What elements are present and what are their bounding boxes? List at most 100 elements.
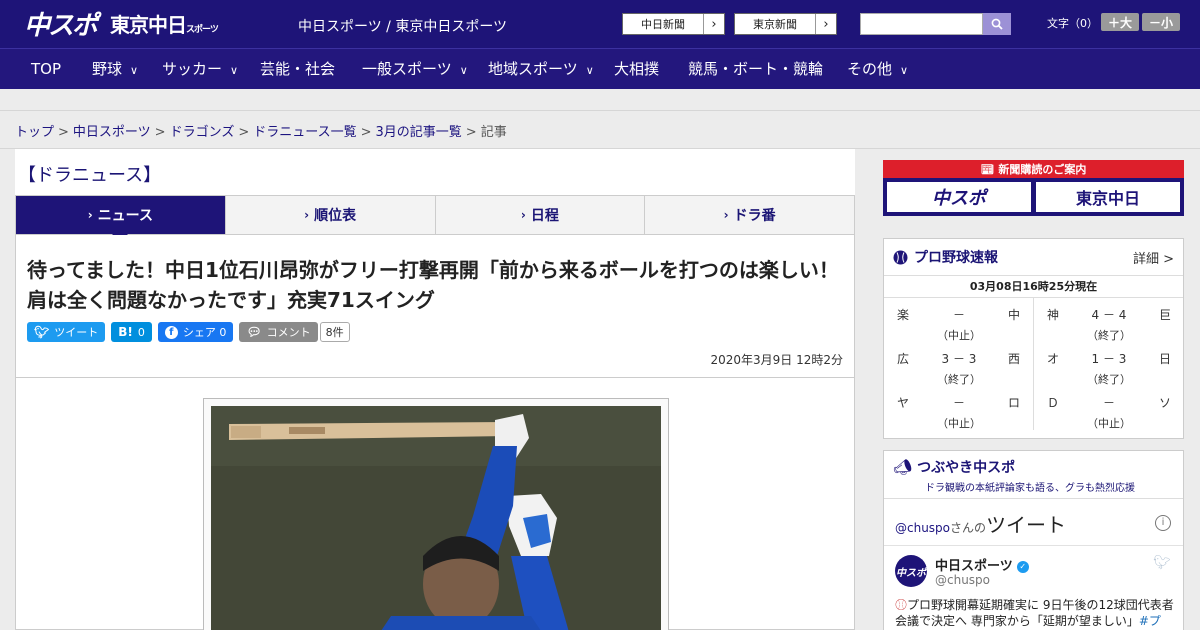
twitter-bird-icon[interactable]: 🐦︎: [1153, 555, 1171, 571]
game-score[interactable]: 楽 － 中 （中止）: [884, 298, 1034, 342]
tweets-word: ツイート: [986, 513, 1067, 537]
twitter-widget: 📣︎ つぶやき中スポ ドラ観戦の本紙評論家も語る、グラも熱烈応援 @chuspo…: [883, 450, 1184, 630]
nav-spacer: [0, 89, 1200, 111]
chunichi-shimbun-link[interactable]: 中日新聞 ›: [622, 13, 725, 35]
scores-detail-link[interactable]: 詳細 >: [1133, 248, 1174, 267]
away-team: ロ: [1007, 396, 1020, 410]
chevron-down-icon: ∨: [230, 64, 239, 77]
nav-item-top[interactable]: TOP: [31, 49, 61, 89]
divider: [16, 377, 854, 378]
game-status: （中止）: [937, 417, 981, 430]
comment-button[interactable]: 💬︎ コメント: [239, 322, 318, 342]
tab-news[interactable]: › ニュース: [16, 196, 226, 242]
comment-count[interactable]: 8件: [319, 322, 350, 342]
nav-item-sumo[interactable]: 大相撲: [614, 49, 659, 89]
subscription-title[interactable]: 📰︎ 新聞購読のご案内: [883, 161, 1184, 177]
font-larger-button[interactable]: ＋大: [1101, 13, 1139, 31]
article-photo[interactable]: [211, 406, 661, 630]
account-handle[interactable]: @chuspo: [935, 573, 990, 587]
subscribe-chuspo-button[interactable]: 中スポ: [887, 182, 1031, 212]
tweet-body: プロ野球開幕延期確実に 9日午後の12球団代表者会議で決定へ 専門家から「延期が…: [895, 598, 1174, 628]
twitter-icon: 🐦︎: [34, 325, 50, 339]
away-team: 日: [1158, 352, 1171, 366]
game-score[interactable]: ヤ － ロ （中止）: [884, 386, 1034, 430]
tab-standings[interactable]: › 順位表: [226, 196, 436, 234]
batting-practice-photo: [211, 406, 661, 630]
search-input[interactable]: [860, 13, 983, 35]
twitter-widget-title: つぶやき中スポ: [917, 460, 1016, 476]
baseball-emoji-icon: ⚾︎: [895, 598, 908, 612]
tweets-embed-header: @chuspoさんのツイート: [895, 509, 1175, 538]
tokyo-shimbun-link[interactable]: 東京新聞 ›: [734, 13, 837, 35]
account-name[interactable]: 中日スポーツ ✓: [935, 555, 1029, 574]
search-icon: [991, 18, 1003, 30]
site-logo[interactable]: 中スポ 東京中日スポーツ: [24, 8, 219, 41]
scores-title: プロ野球速報: [914, 250, 998, 266]
breadcrumb-link-march[interactable]: 3月の記事一覧: [376, 125, 462, 140]
breadcrumb-separator: >: [58, 125, 69, 140]
tweets-san-text: さんの: [950, 521, 987, 535]
section-tabs: › ニュース › 順位表 › 日程 › ドラ番: [15, 195, 855, 242]
chevron-right-icon: ›: [304, 208, 310, 222]
scores-header: プロ野球速報 詳細 >: [884, 239, 1183, 276]
avatar[interactable]: 中スポ: [895, 555, 927, 587]
tab-label: 日程: [530, 208, 559, 224]
breadcrumb-link-dora-news[interactable]: ドラニュース一覧: [253, 125, 356, 140]
chevron-down-icon: ∨: [130, 64, 139, 77]
account-name-text: 中日スポーツ: [935, 559, 1013, 574]
tab-label: ドラ番: [733, 208, 776, 224]
nav-item-label: 大相撲: [614, 60, 660, 78]
nav-item-label: サッカー: [162, 60, 223, 78]
baseball-icon: [893, 250, 908, 264]
main-nav: TOP 野球 ∨ サッカー ∨ 芸能・社会 一般スポーツ ∨ 地域スポーツ ∨ 大相撲 …: [0, 48, 1200, 89]
breadcrumb-separator: >: [465, 125, 477, 140]
chevron-right-icon: ›: [520, 208, 526, 222]
verified-badge-icon: ✓: [1016, 561, 1029, 573]
nav-item-entertainment[interactable]: 芸能・社会: [260, 49, 335, 89]
away-team: 西: [1007, 352, 1020, 366]
site-title-link[interactable]: 中日スポーツ / 東京中日スポーツ: [298, 16, 507, 36]
logo-tokyo-chunichi[interactable]: 東京中日スポーツ: [110, 9, 219, 38]
tweet-button[interactable]: 🐦︎ ツイート: [27, 322, 106, 342]
facebook-count: 0: [219, 325, 227, 339]
scores-timestamp: 03月08日16時25分現在: [884, 276, 1183, 298]
tab-dora-ban[interactable]: › ドラ番: [645, 196, 854, 234]
chevron-down-icon: ∨: [900, 64, 909, 77]
hashtag-link[interactable]: #プ: [1139, 614, 1161, 628]
tab-schedule[interactable]: › 日程: [436, 196, 646, 234]
chuspo-handle-link[interactable]: @chuspo: [895, 521, 950, 535]
game-score[interactable]: 神 4 － 4 巨 （終了）: [1034, 298, 1184, 342]
breadcrumb-link-chuspo[interactable]: 中日スポーツ: [73, 125, 151, 140]
megaphone-icon: 📣︎: [893, 458, 913, 476]
nav-item-other[interactable]: その他 ∨: [847, 49, 908, 89]
game-score[interactable]: 広 3 － 3 西 （終了）: [884, 342, 1034, 386]
game-status: （終了）: [937, 373, 981, 386]
tweet-text: ⚾︎プロ野球開幕延期確実に 9日午後の12球団代表者会議で決定へ 専門家から「延…: [895, 597, 1175, 629]
nav-item-baseball[interactable]: 野球 ∨: [92, 49, 138, 89]
subscribe-tokyo-chunichi-button[interactable]: 東京中日: [1036, 182, 1180, 212]
nav-item-general-sports[interactable]: 一般スポーツ ∨: [362, 49, 468, 89]
nav-item-label: 一般スポーツ: [362, 60, 452, 78]
comment-icon: 💬︎: [246, 325, 262, 339]
info-icon[interactable]: i: [1155, 515, 1171, 531]
breadcrumb: トップ > 中日スポーツ > ドラゴンズ > ドラニュース一覧 >3月の記事一覧 > 記事: [15, 121, 507, 140]
hatena-icon: B!: [118, 325, 133, 339]
search-button[interactable]: [983, 13, 1011, 35]
nav-item-regional-sports[interactable]: 地域スポーツ ∨: [488, 49, 594, 89]
article-date: 2020年3月9日 12時2分: [710, 353, 843, 367]
tweet-label: ツイート: [54, 326, 99, 339]
breadcrumb-link-dragons[interactable]: ドラゴンズ: [170, 125, 235, 140]
nav-item-label: 野球: [92, 60, 123, 78]
facebook-share-button[interactable]: f シェア 0: [157, 322, 234, 342]
section-heading: 【ドラニュース】: [15, 149, 855, 195]
hatena-bookmark-button[interactable]: B! 0: [111, 322, 152, 342]
logo-chuspo[interactable]: 中スポ: [24, 5, 98, 42]
nav-item-racing[interactable]: 競馬・ボート・競輪: [688, 49, 823, 89]
nav-item-soccer[interactable]: サッカー ∨: [162, 49, 238, 89]
tab-label: ニュース: [97, 208, 153, 224]
font-smaller-button[interactable]: －小: [1142, 13, 1180, 31]
breadcrumb-link-top[interactable]: トップ: [15, 125, 54, 140]
game-score[interactable]: Ｄ － ソ （中止）: [1034, 386, 1184, 430]
chevron-right-icon: ›: [703, 14, 724, 34]
game-score[interactable]: オ 1 － 3 日 （終了）: [1034, 342, 1184, 386]
